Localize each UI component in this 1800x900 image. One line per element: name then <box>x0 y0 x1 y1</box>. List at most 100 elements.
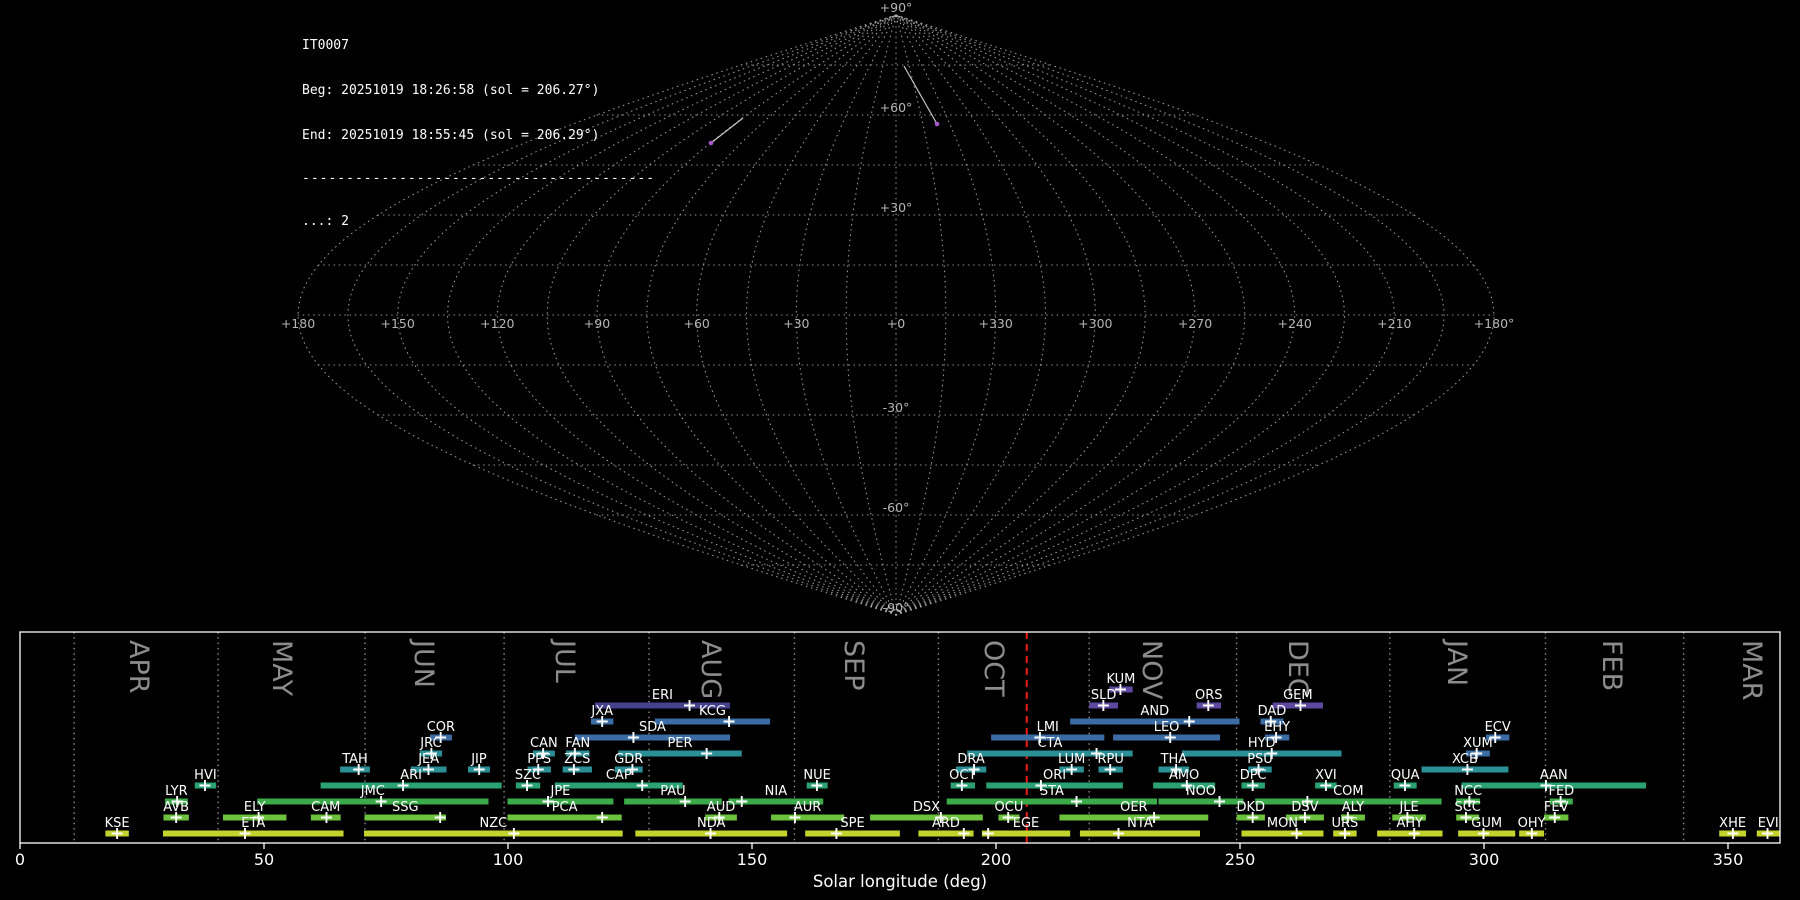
meteor-count: ...: 2 <box>302 214 349 229</box>
x-tick-label: 150 <box>737 850 768 869</box>
meteor-endpoint <box>708 140 714 146</box>
peak-marker-EGE <box>982 828 994 839</box>
shower-label-ELY: ELY <box>244 800 266 815</box>
shower-bar-SPE <box>805 830 900 837</box>
longitude-label: +150 <box>380 316 414 331</box>
shower-label-EGE: EGE <box>1013 816 1040 831</box>
shower-label-LEO: LEO <box>1154 720 1180 735</box>
month-label-JAN: JAN <box>1441 638 1472 686</box>
month-label-FEB: FEB <box>1596 640 1627 691</box>
shower-label-AND: AND <box>1141 704 1170 719</box>
shower-label-OCT: OCT <box>949 768 976 783</box>
begin-time: Beg: 20251019 18:26:58 (sol = 206.27°) <box>302 83 600 98</box>
shower-label-NIA: NIA <box>765 784 788 799</box>
shower-label-ARD: ARD <box>932 816 960 831</box>
shower-label-AUD: AUD <box>707 800 735 815</box>
shower-bar-DSX <box>870 814 983 821</box>
month-label-JUL: JUL <box>549 638 580 683</box>
latitude-label: -90° <box>883 600 910 615</box>
shower-bar-SDA <box>574 734 731 741</box>
shower-label-PAU: PAU <box>660 784 685 799</box>
shower-label-JPE: JPE <box>550 784 571 799</box>
peak-marker-ERI <box>684 700 696 711</box>
shower-label-DSX: DSX <box>913 800 940 815</box>
longitude-label: +210 <box>1377 316 1411 331</box>
latitude-label: -60° <box>883 500 910 515</box>
shower-label-SCC: SCC <box>1454 800 1480 815</box>
separator-line: ---------------------------------------- <box>302 171 656 186</box>
shower-label-DRA: DRA <box>957 752 985 767</box>
month-label-OCT: OCT <box>978 640 1009 697</box>
x-tick-label: 50 <box>254 850 274 869</box>
end-time: End: 20251019 18:55:45 (sol = 206.29°) <box>302 128 600 143</box>
shower-label-JRC: JRC <box>419 736 441 751</box>
shower-label-NOO: NOO <box>1186 784 1216 799</box>
longitude-label: +0 <box>887 316 905 331</box>
shower-bar-KCG <box>654 718 771 725</box>
shower-label-ALY: ALY <box>1342 800 1364 815</box>
longitude-label: +60 <box>683 316 709 331</box>
longitude-label: +90 <box>584 316 610 331</box>
shower-label-CAP: CAP <box>606 768 632 783</box>
shower-label-MON: MON <box>1267 816 1298 831</box>
shower-bar-NOO <box>1158 798 1244 805</box>
shower-label-PCA: PCA <box>552 800 578 815</box>
month-label-APR: APR <box>123 640 154 694</box>
info-panel: IT0007 Beg: 20251019 18:26:58 (sol = 206… <box>302 8 655 244</box>
shower-label-AAN: AAN <box>1540 768 1568 783</box>
longitude-label: +300 <box>1078 316 1112 331</box>
shower-bar-NTA <box>1079 830 1200 837</box>
shower-label-NZC: NZC <box>480 816 508 831</box>
peak-marker-SDA <box>627 732 639 743</box>
shower-label-SSG: SSG <box>392 800 419 815</box>
shower-label-GDR: GDR <box>614 752 643 767</box>
shower-label-TAH: TAH <box>341 752 368 767</box>
x-tick-label: 100 <box>493 850 524 869</box>
shower-label-GEM: GEM <box>1283 688 1313 703</box>
meteor-endpoint <box>934 121 940 127</box>
grid-meridian <box>895 14 1445 616</box>
shower-bar-AUR <box>771 814 845 821</box>
peak-marker-NTA <box>1112 828 1124 839</box>
shower-bar-ARI <box>320 782 502 789</box>
latitude-label: +30° <box>880 200 913 215</box>
shower-bar-MON <box>1241 830 1324 837</box>
shower-label-SPE: SPE <box>840 816 864 831</box>
shower-label-ERI: ERI <box>652 688 673 703</box>
longitude-label: +330 <box>978 316 1012 331</box>
grid-meridian <box>895 14 1495 616</box>
x-tick-label: 250 <box>1225 850 1256 869</box>
shower-label-DKD: DKD <box>1236 800 1265 815</box>
month-label-SEP: SEP <box>838 640 869 690</box>
shower-label-DAD: DAD <box>1258 704 1287 719</box>
x-axis-title: Solar longitude (deg) <box>813 872 987 891</box>
shower-label-COM: COM <box>1333 784 1364 799</box>
grid-meridian <box>895 14 1196 616</box>
shower-label-PER: PER <box>667 736 692 751</box>
peak-marker-SSG <box>434 812 446 823</box>
session-id: IT0007 <box>302 38 349 53</box>
peak-marker-PER <box>701 748 713 759</box>
shower-bar-ETA <box>162 830 344 837</box>
shower-label-GUM: GUM <box>1471 816 1502 831</box>
month-label-NOV: NOV <box>1136 640 1167 700</box>
shower-label-EHY: EHY <box>1264 720 1290 735</box>
shower-label-THA: THA <box>1160 752 1188 767</box>
shower-label-NTA: NTA <box>1127 816 1153 831</box>
longitude-label: +30 <box>783 316 809 331</box>
shower-label-AUR: AUR <box>794 800 821 815</box>
x-tick-label: 200 <box>981 850 1012 869</box>
grid-meridian <box>895 14 1047 616</box>
month-label-AUG: AUG <box>695 640 726 699</box>
shower-label-AHY: AHY <box>1397 816 1424 831</box>
shower-label-CTA: CTA <box>1037 736 1062 751</box>
x-tick-label: 350 <box>1713 850 1744 869</box>
longitude-label: +270 <box>1178 316 1212 331</box>
shower-label-FAN: FAN <box>565 736 590 751</box>
x-tick-label: 0 <box>15 850 25 869</box>
shower-label-SZC: SZC <box>515 768 541 783</box>
shower-label-NCC: NCC <box>1454 784 1482 799</box>
grid-meridian <box>696 14 897 616</box>
activity-timeline: APR MAY JUN JUL AUG SEP OCT NOV DEC JAN FEB MARKUME… <box>15 631 1781 891</box>
shower-label-STA: STA <box>1040 784 1064 799</box>
